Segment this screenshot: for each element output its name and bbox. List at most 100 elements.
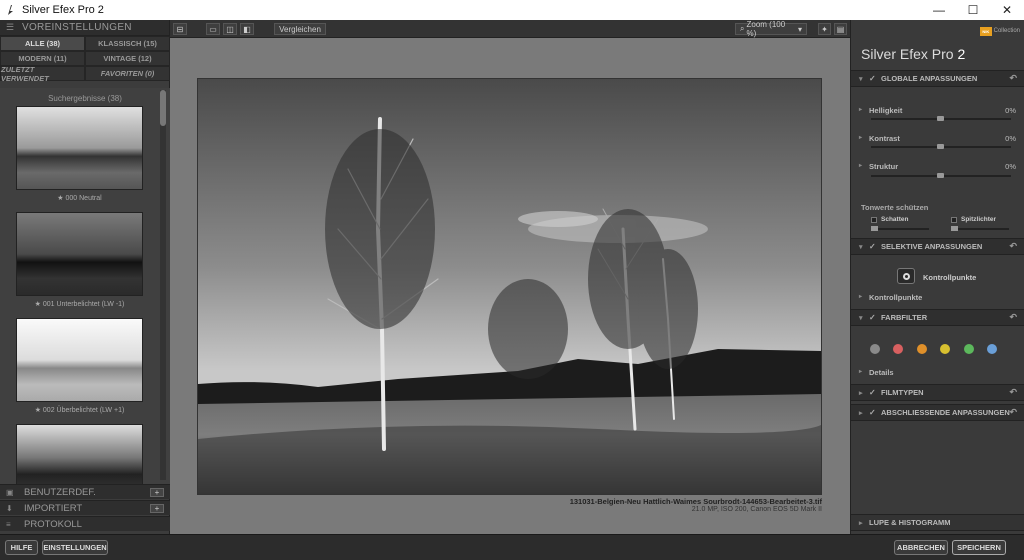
help-button[interactable]: HILFE: [5, 540, 38, 555]
check-icon[interactable]: ✓: [869, 388, 881, 397]
filter-green[interactable]: [964, 344, 974, 354]
checkbox-icon[interactable]: [951, 216, 957, 223]
preview-image[interactable]: [197, 78, 822, 495]
preset-thumbnail: [16, 106, 143, 190]
helligkeit-row[interactable]: ▸ Helligkeit 0%: [859, 106, 1016, 115]
preset-category-tabs: ALLE (38) KLASSISCH (15) MODERN (11) VIN…: [0, 36, 170, 83]
section-benutzerdef[interactable]: ▣ BENUTZERDEF. +: [0, 484, 170, 499]
section-protokoll[interactable]: ≡ PROTOKOLL: [0, 516, 170, 531]
chevron-right-icon: ▸: [859, 519, 863, 527]
filter-orange[interactable]: [917, 344, 927, 354]
slider-knob[interactable]: [937, 144, 944, 149]
preset-item[interactable]: [16, 424, 143, 484]
section-filmtypen[interactable]: ▸ ✓ FILMTYPEN ↶: [851, 384, 1024, 401]
slider-knob[interactable]: [871, 226, 878, 231]
panel-toggle-icon[interactable]: ⊟: [173, 23, 187, 35]
add-icon[interactable]: +: [150, 503, 164, 513]
split-view-icon[interactable]: ◫: [223, 23, 237, 35]
add-icon[interactable]: +: [150, 487, 164, 497]
kontrast-value: 0%: [1005, 134, 1016, 143]
section-farbfilter[interactable]: ▾ ✓ FARBFILTER ↶: [851, 309, 1024, 326]
presets-header[interactable]: ☰ VOREINSTELLUNGEN: [0, 20, 169, 36]
filter-blue[interactable]: [987, 344, 997, 354]
reset-icon[interactable]: ↶: [1009, 312, 1017, 323]
tab-vintage[interactable]: VINTAGE (12): [85, 51, 170, 66]
section-globale-anpassungen[interactable]: ▾ ✓ GLOBALE ANPASSUNGEN ↶: [851, 70, 1024, 87]
tab-favoriten[interactable]: FAVORITEN (0): [85, 66, 170, 81]
tab-klassisch[interactable]: KLASSISCH (15): [85, 36, 170, 51]
adjustments-panel: NIK Collection Silver Efex Pro 2 ▾ ✓ GLO…: [850, 20, 1024, 534]
reset-icon[interactable]: ↶: [1009, 241, 1017, 252]
nik-logo: NIK Collection: [980, 24, 1020, 38]
single-view-icon[interactable]: ▭: [206, 23, 220, 35]
check-icon[interactable]: ✓: [869, 313, 881, 322]
preset-item[interactable]: ★ 000 Neutral: [16, 106, 143, 202]
slider-knob[interactable]: [937, 173, 944, 178]
kontrollpunkte-button-label[interactable]: Kontrollpunkte: [923, 273, 976, 282]
app-icon: [4, 3, 18, 17]
bottom-bar: HILFE EINSTELLUNGEN ABBRECHEN SPEICHERN: [0, 534, 1024, 560]
check-icon[interactable]: ✓: [869, 242, 881, 251]
tab-alle[interactable]: ALLE (38): [0, 36, 85, 51]
reset-icon[interactable]: ↶: [1009, 73, 1017, 84]
section-importiert[interactable]: ⬇ IMPORTIERT +: [0, 500, 170, 515]
zoom-select[interactable]: ⌕ Zoom (100 %) ▾: [735, 20, 807, 38]
chevron-right-icon: ▸: [859, 294, 863, 300]
filter-neutral[interactable]: [870, 344, 880, 354]
import-icon: ⬇: [6, 503, 13, 513]
bulb-icon[interactable]: ✦: [818, 23, 831, 35]
maximize-button[interactable]: ☐: [956, 0, 990, 20]
image-filename: 131031-Belgien-Neu Hattlich-Waimes Sourb…: [569, 497, 822, 506]
tonwerte-label: Tonwerte schützen: [861, 203, 929, 212]
lupe-title: LUPE & HISTOGRAMM: [869, 518, 951, 527]
presets-panel: ☰ VOREINSTELLUNGEN ALLE (38) KLASSISCH (…: [0, 20, 170, 534]
spitzlichter-control[interactable]: Spitzlichter: [951, 216, 996, 223]
kontrollpunkte-row[interactable]: ▸ Kontrollpunkte: [859, 293, 1016, 302]
compare-button[interactable]: Vergleichen: [274, 23, 326, 35]
preset-item[interactable]: ★ 002 Überbelichtet (LW +1): [16, 318, 143, 414]
struktur-slider[interactable]: [871, 173, 1011, 178]
farbfilter-title: FARBFILTER: [881, 313, 928, 322]
struktur-row[interactable]: ▸ Struktur 0%: [859, 162, 1016, 171]
check-icon[interactable]: ✓: [869, 74, 881, 83]
kontrast-row[interactable]: ▸ Kontrast 0%: [859, 134, 1016, 143]
check-icon[interactable]: ✓: [869, 408, 881, 417]
section-lupe-histogramm[interactable]: ▸ LUPE & HISTOGRAMM: [851, 514, 1024, 531]
schatten-control[interactable]: Schatten: [871, 216, 908, 223]
image-metadata: 21.0 MP, ISO 200, Canon EOS 5D Mark II: [691, 506, 822, 513]
minimize-button[interactable]: —: [922, 0, 956, 20]
close-button[interactable]: ✕: [990, 0, 1024, 20]
kontrast-slider[interactable]: [871, 144, 1011, 149]
details-label: Details: [869, 368, 894, 377]
filter-red[interactable]: [893, 344, 903, 354]
section-importiert-label: IMPORTIERT: [24, 502, 83, 514]
chevron-right-icon: ▸: [859, 389, 863, 397]
settings-button[interactable]: EINSTELLUNGEN: [42, 540, 108, 555]
reset-icon[interactable]: ↶: [1009, 407, 1017, 418]
chevron-right-icon: ▸: [859, 409, 863, 417]
tab-zuletzt-verwendet[interactable]: ZULETZT VERWENDET: [0, 65, 85, 83]
scrollbar-thumb[interactable]: [160, 90, 166, 126]
spitzlichter-slider[interactable]: [951, 226, 1009, 231]
schatten-slider[interactable]: [871, 226, 929, 231]
checkbox-icon[interactable]: [871, 216, 877, 223]
cancel-button[interactable]: ABBRECHEN: [894, 540, 948, 555]
slider-knob[interactable]: [937, 116, 944, 121]
kontrast-label: Kontrast: [869, 134, 900, 143]
filter-yellow[interactable]: [940, 344, 950, 354]
slider-knob[interactable]: [951, 226, 958, 231]
background-icon[interactable]: ▤: [834, 23, 847, 35]
zoom-label: Zoom (100 %): [746, 20, 786, 38]
control-point-button[interactable]: [897, 268, 915, 284]
helligkeit-slider[interactable]: [871, 116, 1011, 121]
logo-text: Collection: [993, 28, 1020, 34]
section-abschliessende-anpassungen[interactable]: ▸ ✓ ABSCHLIESSENDE ANPASSUNGEN ↶: [851, 404, 1024, 421]
side-by-side-icon[interactable]: ◧: [240, 23, 254, 35]
reset-icon[interactable]: ↶: [1009, 387, 1017, 398]
section-selektive-anpassungen[interactable]: ▾ ✓ SELEKTIVE ANPASSUNGEN ↶: [851, 238, 1024, 255]
results-scrollbar[interactable]: [160, 90, 166, 480]
spitzlichter-label: Spitzlichter: [961, 216, 997, 223]
details-row[interactable]: ▸ Details: [859, 368, 1016, 377]
save-button[interactable]: SPEICHERN: [952, 540, 1006, 555]
preset-item[interactable]: ★ 001 Unterbelichtet (LW -1): [16, 212, 143, 308]
